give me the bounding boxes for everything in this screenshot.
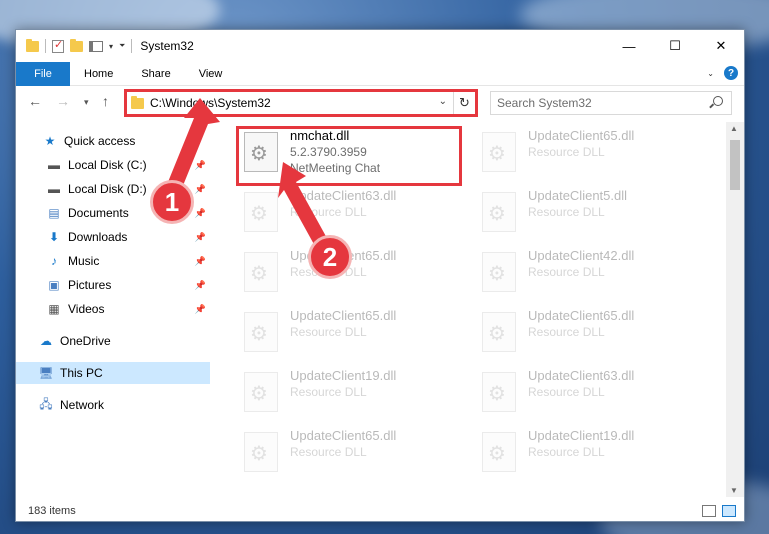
callout-badge-1: 1 [150,180,194,224]
arrow-2 [278,162,328,248]
callout-badge-2: 2 [308,235,352,279]
callout-arrows [168,98,328,248]
arrow-1 [168,98,220,188]
